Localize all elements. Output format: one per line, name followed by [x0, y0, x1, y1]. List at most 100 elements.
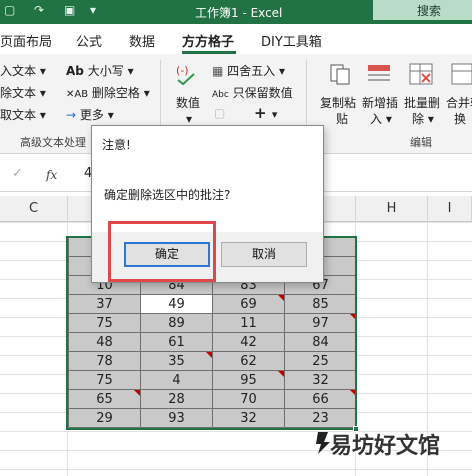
chevron-down-icon[interactable]: ▾: [186, 112, 192, 126]
save-icon[interactable]: ▣: [64, 3, 75, 17]
cell-value: 89: [168, 315, 185, 331]
watermark-text: 易坊好文馆: [330, 434, 441, 459]
cell-value: 62: [240, 353, 257, 369]
batch-delete-label-line2: 除 ▾: [412, 110, 434, 127]
search-box[interactable]: 搜索: [373, 0, 472, 20]
cell-value: 69: [240, 296, 257, 312]
table-cell[interactable]: 35: [140, 351, 213, 371]
arrow-right-icon: →: [66, 108, 77, 122]
table-cell[interactable]: 85: [284, 294, 357, 314]
table-cell[interactable]: 28: [140, 389, 213, 409]
table-cell[interactable]: 11: [212, 313, 285, 333]
table-cell[interactable]: 23: [284, 408, 357, 428]
highlight-annotation: [108, 221, 216, 282]
insert-label-line2: 入 ▾: [370, 110, 392, 127]
table-row: 29 93 32 23: [68, 408, 357, 428]
plus-button[interactable]: + ▾: [254, 104, 277, 122]
window-title: 工作簿1 - Excel: [195, 6, 283, 20]
touch-mode-icon[interactable]: ▢: [4, 3, 15, 17]
cell-value: 97: [312, 315, 329, 331]
svg-text:(-): (-): [176, 64, 189, 77]
cell-value: 95: [240, 372, 257, 388]
watermark: 易坊好文馆: [312, 426, 472, 476]
insert-button[interactable]: 新增插: [362, 94, 398, 111]
cell-value: 32: [312, 372, 329, 388]
table-cell[interactable]: 65: [68, 389, 141, 409]
merge-convert-button[interactable]: 合并转: [446, 94, 472, 111]
column-header-i[interactable]: I: [428, 196, 472, 222]
cell-value: 42: [240, 334, 257, 350]
cell-value: 78: [96, 353, 113, 369]
copy-paste-label: 复制粘: [320, 96, 357, 110]
extract-text-button[interactable]: 取文本 ▾: [0, 106, 46, 123]
cell-value: 75: [96, 315, 113, 331]
table-cell[interactable]: 61: [140, 332, 213, 352]
keep-values-button[interactable]: Abc 只保留数值: [212, 84, 293, 101]
insert-function-button[interactable]: fx: [46, 168, 57, 182]
table-row: 65 28 70 66: [68, 389, 357, 409]
copy-paste-button[interactable]: 复制粘: [320, 94, 356, 111]
insert-text-label: 入文本: [0, 64, 37, 78]
chevron-down-icon: ▾: [39, 108, 46, 122]
tab-data[interactable]: 数据: [129, 31, 155, 50]
table-cell[interactable]: 25: [284, 351, 357, 371]
delete-text-button[interactable]: 除文本 ▾: [0, 84, 46, 101]
batch-delete-button[interactable]: 批量删: [404, 94, 440, 111]
case-icon: Ab: [66, 64, 84, 78]
copy-paste-label-line2: 贴: [336, 112, 349, 126]
table-cell[interactable]: 4: [140, 370, 213, 390]
cell-value: 11: [240, 315, 257, 331]
column-header-h[interactable]: H: [356, 196, 428, 222]
table-cell[interactable]: 29: [68, 408, 141, 428]
table-cell[interactable]: 37: [68, 294, 141, 314]
copy-paste-icon: [330, 64, 350, 85]
table-cell[interactable]: 89: [140, 313, 213, 333]
round-button[interactable]: ▦ 四舍五入 ▾: [212, 62, 285, 79]
column-header-c[interactable]: C: [0, 196, 68, 222]
numeric-button[interactable]: 数值: [176, 94, 200, 111]
batch-delete-icon: [409, 63, 433, 85]
comment-indicator: [278, 371, 284, 377]
disabled-icon: ▢: [214, 106, 226, 120]
table-cell-active[interactable]: 49: [140, 294, 213, 314]
table-cell[interactable]: 84: [284, 332, 357, 352]
more-label: 更多: [79, 108, 104, 122]
cell-value: 35: [168, 353, 185, 369]
table-cell[interactable]: 32: [212, 408, 285, 428]
cell-value: 85: [312, 296, 329, 312]
insert-label-line2-text: 入: [370, 112, 383, 126]
table-cell[interactable]: 93: [140, 408, 213, 428]
table-cell[interactable]: 48: [68, 332, 141, 352]
cell-value: 75: [96, 372, 113, 388]
table-cell[interactable]: 78: [68, 351, 141, 371]
table-cell[interactable]: 69: [212, 294, 285, 314]
tab-diy-toolbox[interactable]: DIY工具箱: [261, 31, 322, 50]
cell-value: 48: [96, 334, 113, 350]
chevron-down-icon: ▾: [39, 64, 46, 78]
comment-indicator: [278, 295, 284, 301]
table-cell[interactable]: 95: [212, 370, 285, 390]
table-cell[interactable]: 70: [212, 389, 285, 409]
merge-convert-label-line2: 换: [454, 112, 467, 126]
customize-dropdown-icon[interactable]: ▾: [90, 3, 96, 17]
tab-formulas[interactable]: 公式: [76, 31, 102, 50]
case-button[interactable]: Ab 大小写 ▾: [66, 62, 134, 79]
chevron-down-icon: ▾: [271, 108, 278, 121]
remove-spaces-button[interactable]: ✕AB 删除空格 ▾: [66, 84, 150, 101]
tab-fangfanggezi[interactable]: 方方格子: [182, 31, 234, 50]
insert-text-button[interactable]: 入文本 ▾: [0, 62, 46, 79]
table-cell[interactable]: 75: [68, 313, 141, 333]
batch-delete-label-line2-text: 除: [412, 112, 425, 126]
dialog-title-bar[interactable]: 注意!: [92, 126, 323, 160]
tab-page-layout[interactable]: 页面布局: [0, 31, 52, 50]
cancel-button[interactable]: 取消: [221, 242, 307, 267]
more-button[interactable]: → 更多 ▾: [66, 106, 114, 123]
table-cell[interactable]: 75: [68, 370, 141, 390]
table-cell[interactable]: 32: [284, 370, 357, 390]
redo-icon[interactable]: ↷: [34, 3, 44, 17]
table-cell[interactable]: 42: [212, 332, 285, 352]
cell-value: 4: [172, 372, 181, 388]
table-cell[interactable]: 97: [284, 313, 357, 333]
table-cell[interactable]: 66: [284, 389, 357, 409]
table-cell[interactable]: 62: [212, 351, 285, 371]
